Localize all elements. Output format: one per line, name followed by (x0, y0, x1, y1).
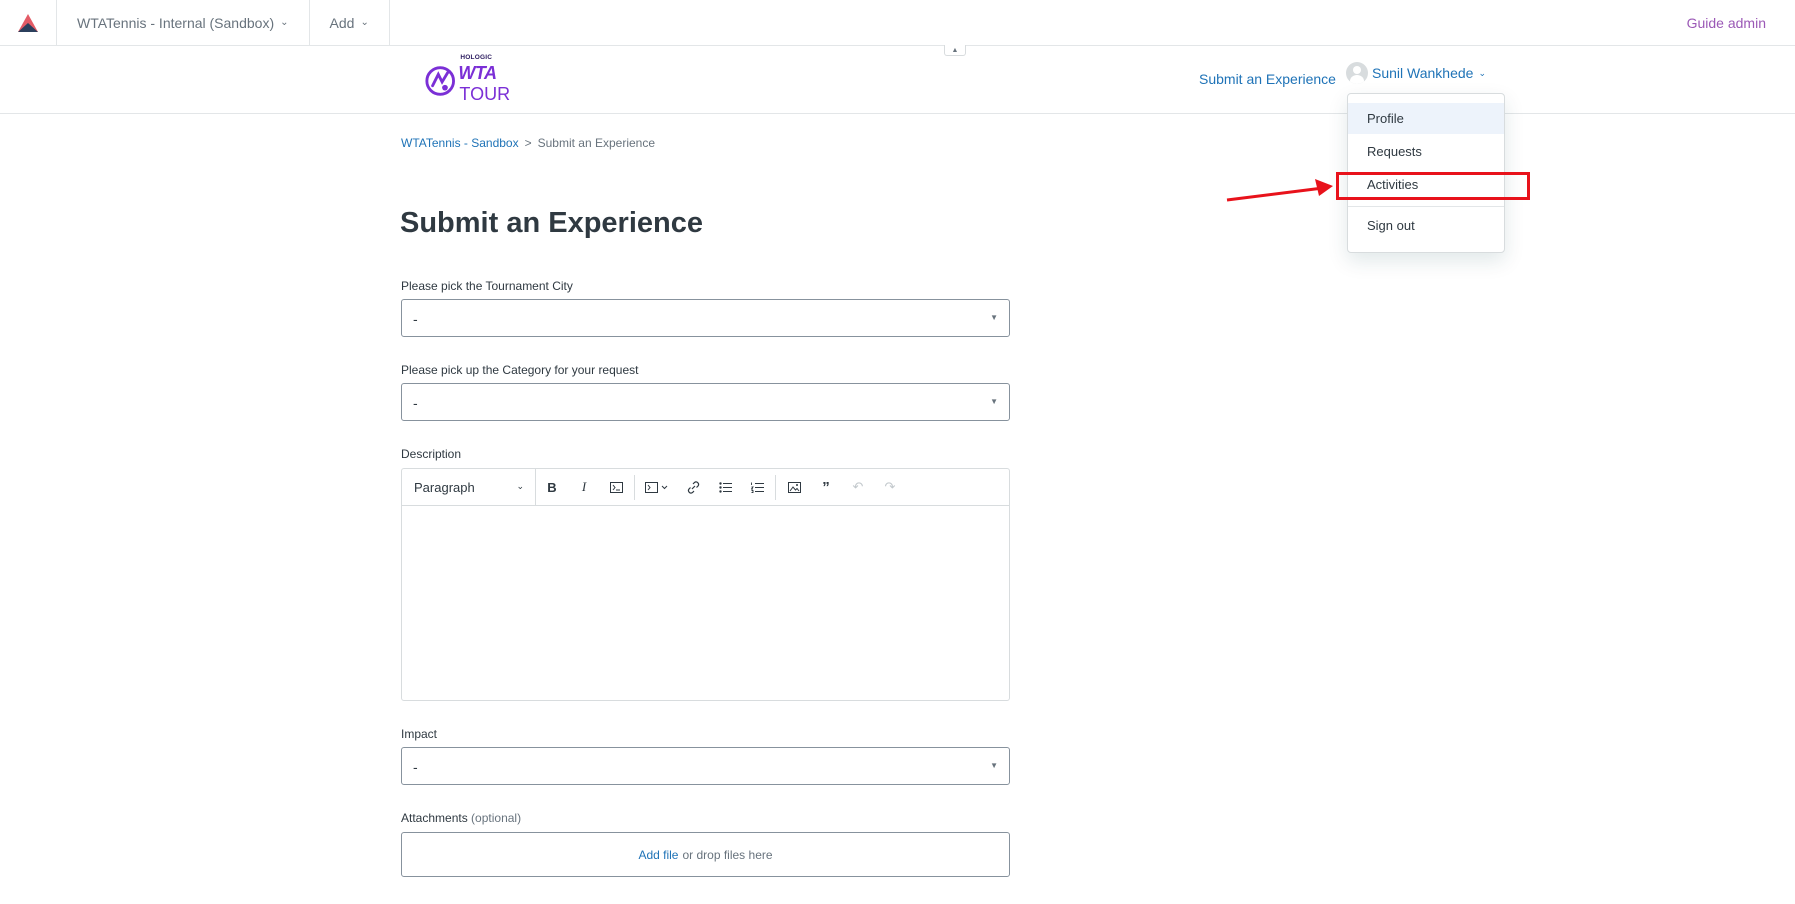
chevron-down-icon: ⌄ (516, 481, 524, 491)
impact-label: Impact (401, 727, 438, 741)
chevron-down-icon: ⌄ (1478, 67, 1486, 78)
code-icon[interactable] (600, 469, 632, 505)
breadcrumb-home-link[interactable]: WTATennis - Sandbox (401, 136, 519, 150)
bold-icon[interactable]: B (536, 469, 568, 505)
brand-selector[interactable]: WTATennis - Internal (Sandbox) ⌄ (57, 0, 310, 45)
chevron-down-icon: ⌄ (280, 17, 289, 28)
page-title: Submit an Experience (400, 207, 703, 239)
user-name: Sunil Wankhede (1372, 65, 1474, 81)
description-text-area[interactable] (402, 507, 1009, 701)
menu-item-profile[interactable]: Profile (1348, 103, 1504, 134)
brand-tour-text: TOUR (459, 84, 511, 104)
site-header: HOLOGIC WTATOUR Submit an Experience Sun… (0, 47, 1795, 114)
annotation-highlight-box (1336, 172, 1530, 200)
caret-down-icon: ▼ (990, 761, 998, 770)
tournament-city-select[interactable]: - ▼ (401, 299, 1010, 337)
menu-divider (1348, 206, 1504, 207)
attachments-optional-text: (optional) (471, 811, 522, 825)
category-select[interactable]: - ▼ (401, 383, 1010, 421)
annotation-arrow-icon (1226, 179, 1333, 202)
category-value: - (413, 395, 418, 411)
caret-down-icon: ▼ (990, 397, 998, 406)
tournament-city-label: Please pick the Tournament City (401, 279, 573, 293)
description-editor: Paragraph ⌄ B I ” ↶ ↷ (401, 468, 1010, 701)
image-icon[interactable] (778, 469, 810, 505)
user-menu-toggle[interactable]: Sunil Wankhede ⌄ (1346, 61, 1486, 85)
undo-icon[interactable]: ↶ (842, 469, 874, 505)
numbered-list-icon[interactable] (741, 469, 773, 505)
italic-icon[interactable]: I (568, 469, 600, 505)
impact-value: - (413, 759, 418, 775)
link-icon[interactable] (677, 469, 709, 505)
brand-logo[interactable]: HOLOGIC WTATOUR (424, 54, 544, 104)
chevron-down-icon: ⌄ (360, 17, 369, 28)
editor-toolbar: Paragraph ⌄ B I ” ↶ ↷ (402, 469, 1009, 506)
wta-logo-icon (425, 66, 455, 96)
attachments-dropzone[interactable]: Add file or drop files here (401, 832, 1010, 877)
code-block-icon[interactable] (637, 469, 677, 505)
breadcrumb-separator: > (524, 136, 532, 150)
toolbar-divider (775, 474, 776, 500)
admin-top-bar: WTATennis - Internal (Sandbox) ⌄ Add ⌄ G… (0, 0, 1795, 46)
attachments-label: Attachments (optional) (401, 811, 521, 825)
description-label: Description (401, 447, 462, 461)
breadcrumb: WTATennis - Sandbox > Submit an Experien… (401, 136, 655, 150)
submit-experience-link[interactable]: Submit an Experience (1199, 71, 1336, 87)
paragraph-style-label: Paragraph (414, 479, 475, 495)
guide-admin-link[interactable]: Guide admin (1687, 0, 1795, 45)
redo-icon[interactable]: ↷ (874, 469, 906, 505)
add-menu-button[interactable]: Add ⌄ (310, 0, 390, 45)
zendesk-logo-icon[interactable] (0, 0, 57, 45)
add-file-link[interactable]: Add file (638, 848, 678, 862)
menu-item-requests[interactable]: Requests (1348, 136, 1504, 167)
attachments-label-text: Attachments (401, 811, 468, 825)
paragraph-style-select[interactable]: Paragraph ⌄ (402, 469, 536, 505)
impact-select[interactable]: - ▼ (401, 747, 1010, 785)
brand-hologic-text: HOLOGIC (460, 54, 493, 61)
bulleted-list-icon[interactable] (709, 469, 741, 505)
drop-files-text: or drop files here (682, 847, 773, 862)
toolbar-divider (634, 474, 635, 500)
category-label: Please pick up the Category for your req… (401, 363, 639, 377)
blockquote-icon[interactable]: ” (810, 469, 842, 505)
caret-down-icon: ▼ (990, 313, 998, 322)
breadcrumb-current: Submit an Experience (537, 136, 656, 150)
add-menu-label: Add (329, 14, 355, 31)
avatar (1346, 62, 1368, 84)
tournament-city-value: - (413, 311, 418, 327)
brand-selector-label: WTATennis - Internal (Sandbox) (77, 14, 275, 31)
menu-item-sign-out[interactable]: Sign out (1348, 210, 1504, 241)
brand-wta-text: WTA (458, 63, 497, 83)
